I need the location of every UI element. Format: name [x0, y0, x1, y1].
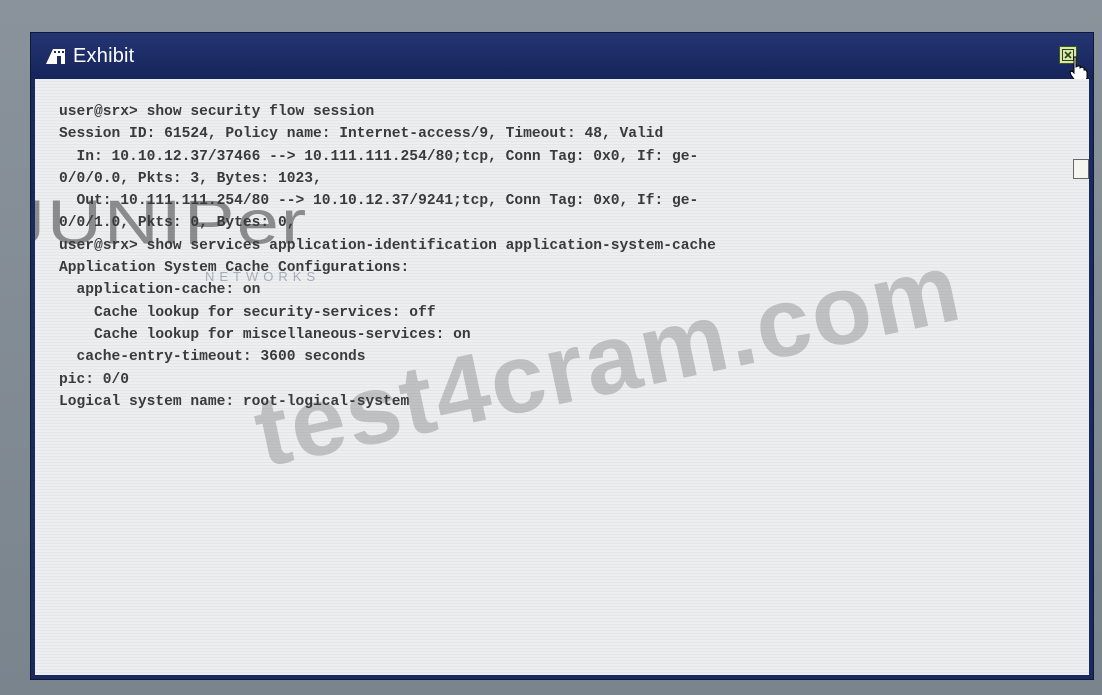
terminal-line: user@srx> show services application-iden…	[59, 237, 716, 254]
side-tab[interactable]	[1073, 159, 1089, 179]
terminal-line: Application System Cache Configurations:	[59, 260, 410, 277]
terminal-line: Cache lookup for miscellaneous-services:…	[59, 326, 471, 343]
exhibit-window: Exhibit JUNIPer NETWORKS test4cram.com u…	[30, 32, 1094, 680]
terminal-line: Session ID: 61524, Policy name: Internet…	[59, 126, 664, 143]
title-bar[interactable]: Exhibit	[31, 33, 1093, 83]
terminal-line: cache-entry-timeout: 3600 seconds	[59, 349, 366, 366]
terminal-line: Cache lookup for security-services: off	[59, 304, 436, 321]
terminal-line: 0/0/0.0, Pkts: 3, Bytes: 1023,	[59, 170, 322, 187]
terminal-output: user@srx> show security flow session Sess…	[59, 101, 1069, 413]
screen: Exhibit JUNIPer NETWORKS test4cram.com u…	[0, 0, 1102, 695]
terminal-line: In: 10.10.12.37/37466 --> 10.111.111.254…	[59, 148, 699, 165]
terminal-line: pic: 0/0	[59, 371, 130, 388]
exhibit-icon	[45, 46, 67, 66]
terminal-line: 0/0/1.0, Pkts: 0, Bytes: 0,	[59, 215, 296, 232]
terminal-line: Out: 10.111.111.254/80 --> 10.10.12.37/9…	[59, 193, 699, 210]
terminal-line: Logical system name: root-logical-system	[59, 393, 410, 410]
exhibit-content: JUNIPer NETWORKS test4cram.com user@srx>…	[35, 79, 1089, 675]
terminal-line: application-cache: on	[59, 282, 261, 299]
terminal-line: user@srx> show security flow session	[59, 104, 375, 120]
window-title: Exhibit	[73, 44, 135, 67]
